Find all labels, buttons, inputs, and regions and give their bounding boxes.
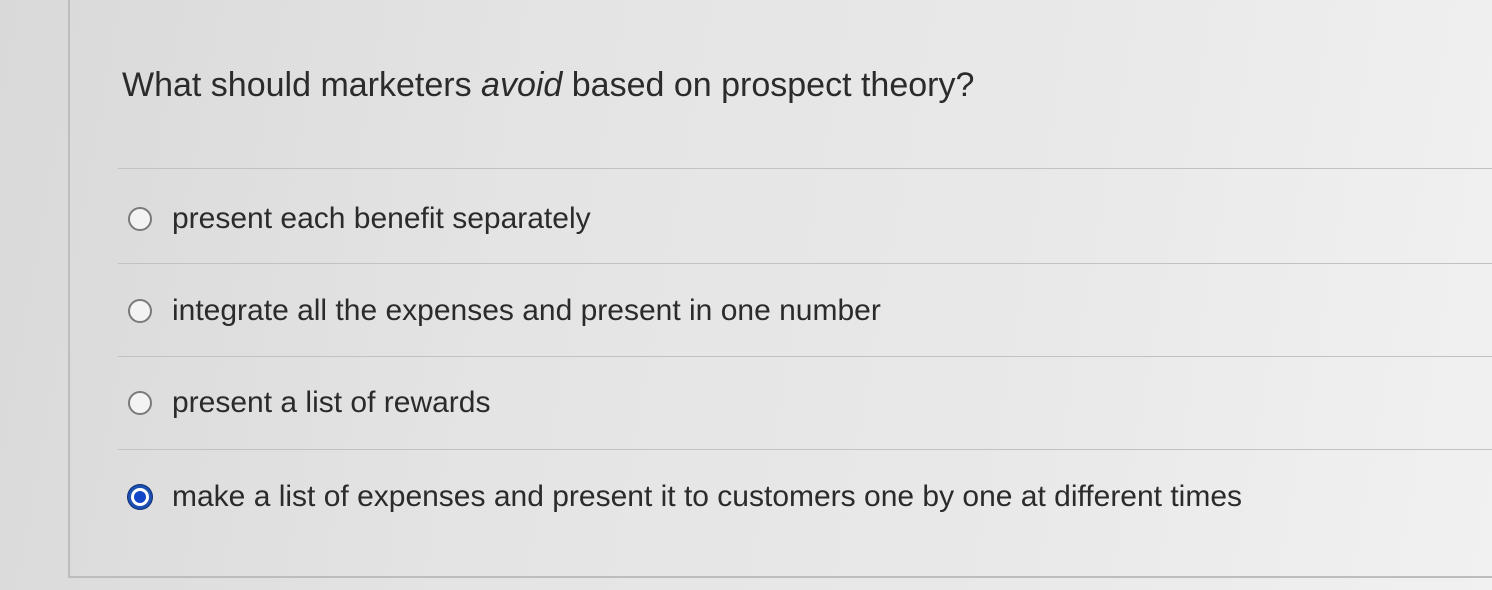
answer-option-1[interactable]: present each benefit separately: [128, 202, 591, 236]
option-label: present each benefit separately: [172, 202, 591, 235]
radio-dot-icon: [134, 491, 146, 503]
divider: [118, 356, 1492, 357]
question-text: What should marketers avoid based on pro…: [122, 66, 974, 105]
option-label: make a list of expenses and present it t…: [172, 480, 1243, 513]
question-emphasis: avoid: [481, 66, 563, 104]
option-label: integrate all the expenses and present i…: [172, 294, 881, 327]
answer-option-2[interactable]: integrate all the expenses and present i…: [128, 294, 881, 328]
divider: [118, 168, 1492, 169]
page: What should marketers avoid based on pro…: [0, 0, 1492, 590]
radio-button-icon[interactable]: [128, 391, 152, 415]
question-prefix: What should marketers: [122, 66, 482, 104]
answer-option-4[interactable]: make a list of expenses and present it t…: [128, 480, 1242, 514]
radio-button-icon[interactable]: [128, 207, 152, 231]
divider: [118, 263, 1492, 264]
radio-button-icon[interactable]: [128, 299, 152, 323]
question-suffix: based on prospect theory?: [562, 66, 975, 104]
radio-button-selected-icon[interactable]: [128, 485, 152, 509]
answer-option-3[interactable]: present a list of rewards: [128, 386, 490, 420]
divider: [118, 449, 1492, 450]
option-label: present a list of rewards: [172, 386, 491, 419]
question-card: What should marketers avoid based on pro…: [68, 0, 1492, 578]
